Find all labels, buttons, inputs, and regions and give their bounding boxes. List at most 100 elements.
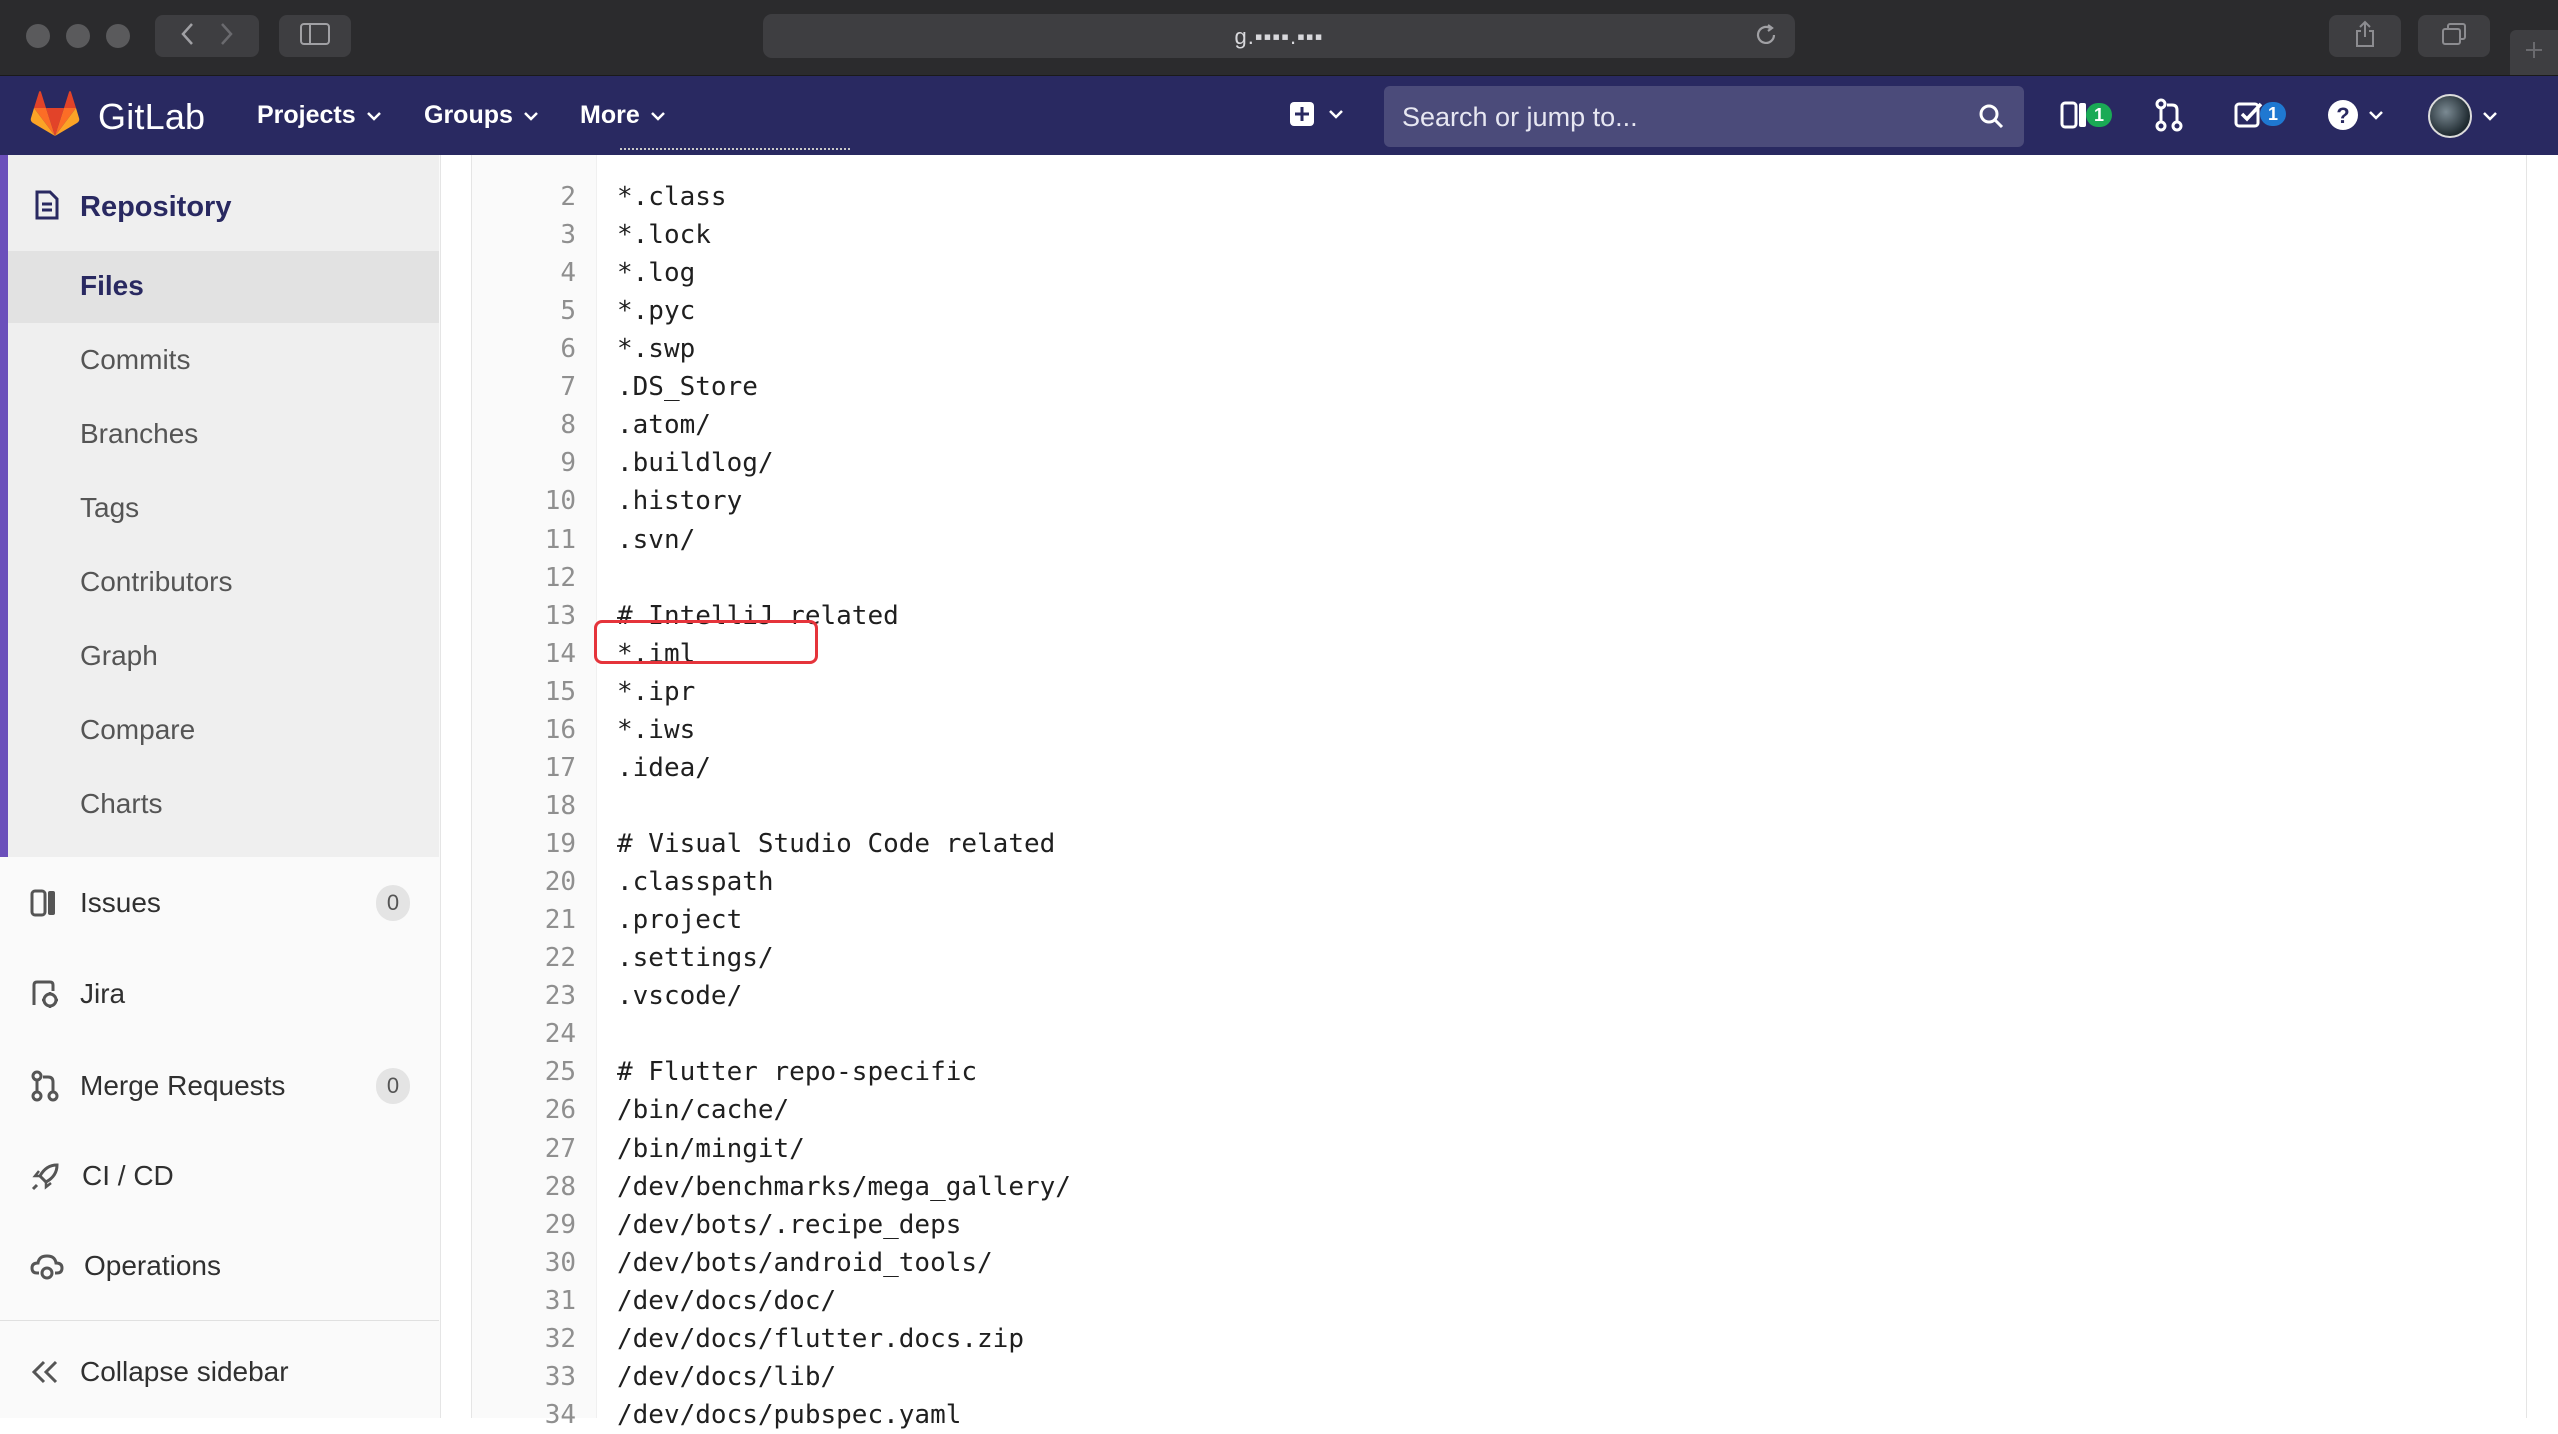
sidebar-subitem-commits[interactable]: Commits — [80, 344, 190, 376]
line-number[interactable]: 10 — [472, 482, 576, 520]
tab-overview-button[interactable] — [2418, 15, 2490, 57]
chevron-down-icon — [1329, 110, 1343, 119]
projects-dropdown[interactable]: Projects — [257, 101, 382, 130]
back-icon[interactable] — [180, 22, 194, 51]
line-number[interactable]: 20 — [472, 863, 576, 901]
line-number[interactable]: 7 — [472, 368, 576, 406]
sidebar-subitem-compare[interactable]: Compare — [80, 714, 195, 746]
line-number[interactable]: 5 — [472, 292, 576, 330]
sidebar-item-repository[interactable]: Repository — [8, 155, 439, 251]
line-number[interactable]: 26 — [472, 1091, 576, 1129]
code-line-text: *.log — [617, 258, 696, 288]
line-number[interactable]: 33 — [472, 1358, 576, 1396]
line-number[interactable]: 23 — [472, 977, 576, 1015]
todos-shortcut[interactable]: 1 — [2234, 100, 2286, 128]
forward-icon[interactable] — [220, 22, 234, 51]
new-tab-button[interactable] — [2510, 30, 2558, 75]
sidebar-item-jira[interactable]: Jira — [30, 974, 410, 1014]
line-number[interactable]: 25 — [472, 1053, 576, 1091]
line-number[interactable]: 2 — [472, 178, 576, 216]
sidebar-toggle-button[interactable] — [279, 15, 351, 57]
line-number[interactable]: 3 — [472, 216, 576, 254]
sidebar-item-operations[interactable]: Operations — [30, 1246, 410, 1286]
issues-icon — [30, 889, 55, 917]
line-number[interactable]: 6 — [472, 330, 576, 368]
gitlab-home-link[interactable]: GitLab — [30, 90, 205, 143]
line-number[interactable]: 11 — [472, 521, 576, 559]
line-number[interactable]: 14 — [472, 635, 576, 673]
groups-dropdown[interactable]: Groups — [424, 101, 539, 130]
document-icon — [34, 190, 60, 225]
line-number[interactable]: 22 — [472, 939, 576, 977]
active-section-indicator — [0, 155, 8, 857]
sidebar-item-merge-requests[interactable]: Merge Requests 0 — [30, 1066, 410, 1106]
back-forward-buttons — [155, 15, 259, 57]
line-number[interactable]: 16 — [472, 711, 576, 749]
line-number[interactable]: 8 — [472, 406, 576, 444]
code-line-text: /dev/docs/doc/ — [617, 1286, 837, 1316]
code-line-text: *.lock — [617, 220, 711, 250]
sidebar-divider — [0, 1320, 439, 1321]
reload-icon[interactable] — [1753, 22, 1779, 53]
sidebar-icon — [300, 22, 330, 50]
code-line-text: /dev/bots/android_tools/ — [617, 1248, 993, 1278]
line-number[interactable]: 4 — [472, 254, 576, 292]
more-dropdown[interactable]: More — [580, 101, 666, 130]
merge-requests-shortcut[interactable] — [2154, 98, 2184, 132]
code-line-text: .idea/ — [617, 753, 711, 783]
line-number[interactable]: 17 — [472, 749, 576, 787]
sidebar-item-operations-label: Operations — [84, 1250, 221, 1281]
new-item-dropdown[interactable] — [1288, 100, 1344, 128]
sidebar-subitem-charts[interactable]: Charts — [80, 788, 162, 820]
search-input[interactable]: Search or jump to... — [1384, 86, 2024, 147]
close-window-button[interactable] — [26, 24, 50, 48]
sidebar-subitem-files[interactable]: Files — [80, 270, 144, 302]
issues-shortcut[interactable]: 1 — [2060, 100, 2112, 130]
issues-count-badge: 1 — [2086, 103, 2112, 127]
help-dropdown[interactable]: ? — [2326, 98, 2384, 132]
search-icon — [1978, 103, 2004, 134]
sidebar-subitem-graph[interactable]: Graph — [80, 640, 158, 672]
sidebar-subitem-branches[interactable]: Branches — [80, 418, 198, 450]
chevron-down-icon — [366, 111, 381, 121]
browser-toolbar: g.▪▪▪▪.▪▪▪ — [0, 0, 2558, 76]
code-line-text: .project — [617, 905, 743, 935]
plus-icon — [2524, 40, 2544, 65]
code-line-text: .classpath — [617, 867, 774, 897]
line-number[interactable]: 13 — [472, 597, 576, 635]
address-bar[interactable]: g.▪▪▪▪.▪▪▪ — [763, 14, 1795, 58]
help-icon: ? — [2328, 100, 2358, 130]
line-number[interactable]: 9 — [472, 444, 576, 482]
line-number[interactable]: 27 — [472, 1130, 576, 1168]
line-number[interactable]: 12 — [472, 559, 576, 597]
sidebar-item-issues[interactable]: Issues 0 — [30, 883, 410, 923]
line-number[interactable]: 24 — [472, 1015, 576, 1053]
code-line-text: /dev/bots/.recipe_deps — [617, 1210, 962, 1240]
sidebar-item-ci-cd[interactable]: CI / CD — [30, 1156, 410, 1196]
sidebar-subitem-tags[interactable]: Tags — [80, 492, 139, 524]
minimize-window-button[interactable] — [66, 24, 90, 48]
line-number[interactable]: 32 — [472, 1320, 576, 1358]
line-number[interactable]: 21 — [472, 901, 576, 939]
line-number[interactable]: 31 — [472, 1282, 576, 1320]
user-menu-dropdown[interactable] — [2428, 94, 2498, 138]
file-content-viewer: 2 *.class 3 *.lock 4 *.log 5 *.pyc 6 *.swp 7 .DS_St… — [471, 155, 2527, 1430]
active-subitem-highlight — [8, 251, 439, 323]
share-button[interactable] — [2329, 15, 2401, 57]
sidebar-subitem-contributors[interactable]: Contributors — [80, 566, 233, 598]
merge-requests-count-badge: 0 — [376, 1068, 410, 1104]
code-line-text: *.pyc — [617, 296, 696, 326]
line-number[interactable]: 30 — [472, 1244, 576, 1282]
zoom-window-button[interactable] — [106, 24, 130, 48]
line-number[interactable]: 15 — [472, 673, 576, 711]
line-number[interactable]: 18 — [472, 787, 576, 825]
code-line-text: /bin/cache/ — [617, 1095, 790, 1125]
projects-label: Projects — [257, 101, 356, 129]
line-number[interactable]: 19 — [472, 825, 576, 863]
collapse-sidebar-button[interactable]: Collapse sidebar — [30, 1352, 410, 1392]
merge-request-icon — [31, 1070, 59, 1102]
line-number[interactable]: 29 — [472, 1206, 576, 1244]
chevron-down-icon — [2483, 112, 2497, 121]
line-number[interactable]: 28 — [472, 1168, 576, 1206]
line-number[interactable]: 34 — [472, 1396, 576, 1434]
